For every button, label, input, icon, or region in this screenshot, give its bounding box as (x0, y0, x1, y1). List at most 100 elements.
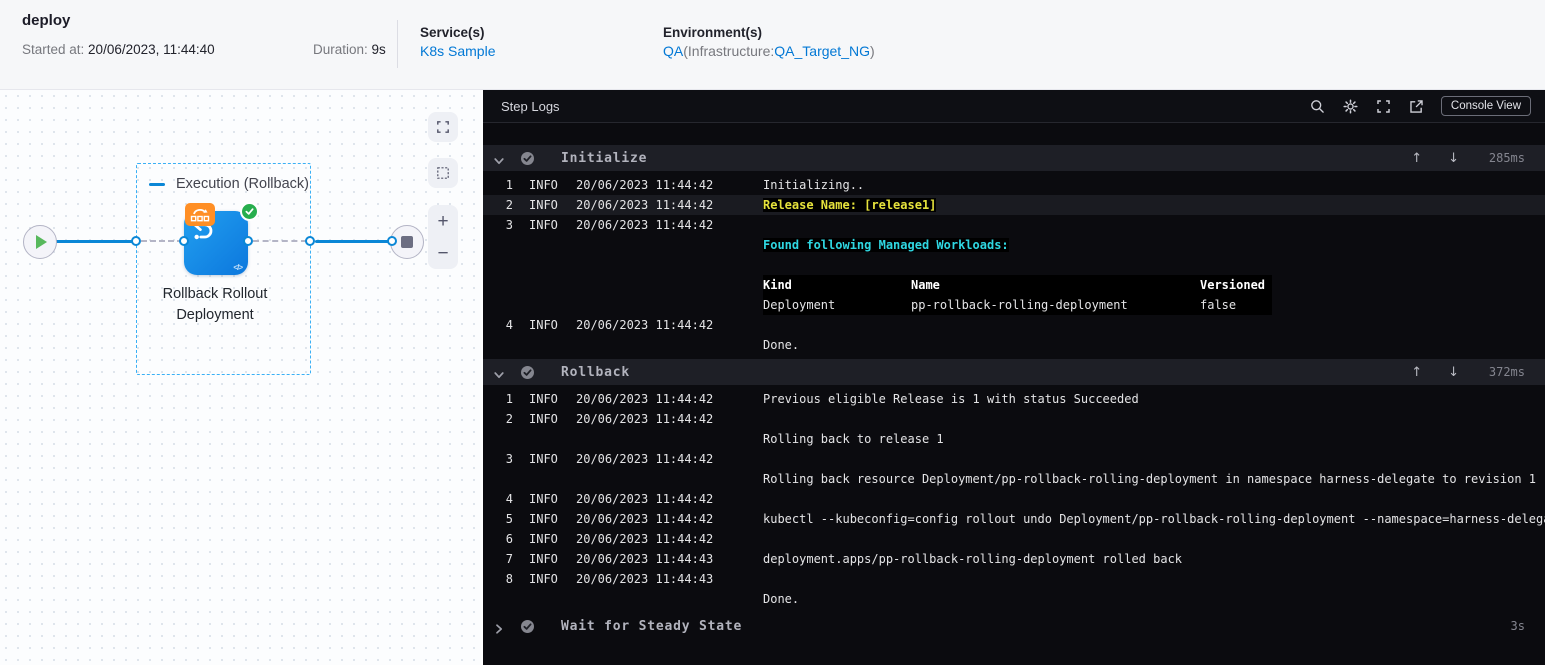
log-line[interactable]: Rolling back to release 1 (483, 429, 1545, 449)
settings-gear-icon[interactable] (1342, 98, 1359, 115)
log-line[interactable] (483, 255, 1545, 275)
connector-dot (179, 236, 189, 246)
log-timestamp: 20/06/2023 11:44:42 (576, 532, 714, 546)
chevron-right-icon[interactable] (493, 620, 505, 634)
log-level: INFO (529, 512, 558, 526)
service-link[interactable]: K8s Sample (420, 43, 495, 59)
log-message: Found following Managed Workloads: (763, 235, 1545, 255)
group-label-text: Execution (Rollback) (176, 176, 309, 192)
log-section-title: Initialize (561, 150, 648, 166)
started-at: Started at: 20/06/2023, 11:44:40 (22, 42, 215, 57)
log-message: Deployment pp-rollback-rolling-deployment… (763, 295, 1545, 315)
log-line[interactable]: 6 INFO 20/06/2023 11:44:42 (483, 529, 1545, 549)
zoom-out-button[interactable]: − (437, 244, 448, 263)
log-line-number: 1 (505, 392, 513, 406)
step-success-check-icon (520, 365, 535, 380)
play-icon (36, 235, 47, 249)
expand-fullscreen-icon[interactable] (1375, 98, 1392, 115)
log-line[interactable]: 3 INFO 20/06/2023 11:44:42 (483, 215, 1545, 235)
log-line[interactable]: 8 INFO 20/06/2023 11:44:43 (483, 569, 1545, 589)
log-line[interactable]: 7 INFO 20/06/2023 11:44:43 deployment.apps/… (483, 549, 1545, 569)
log-line[interactable]: 4 INFO 20/06/2023 11:44:42 (483, 315, 1545, 335)
log-level: INFO (529, 532, 558, 546)
log-message: Kind Name Versioned (763, 275, 1545, 295)
log-section-title: Rollback (561, 364, 631, 380)
console-view-button[interactable]: Console View (1440, 96, 1531, 116)
log-timestamp: 20/06/2023 11:44:42 (576, 452, 714, 466)
log-timestamp: 20/06/2023 11:44:43 (576, 552, 714, 566)
step-logs-header: Step Logs Console View (483, 90, 1545, 123)
log-body: Initialize ↑ ↓ 285ms 1 INFO 20/06/2023 11:44:4… (483, 123, 1545, 665)
scroll-to-bottom-button[interactable]: ↓ (1448, 365, 1459, 380)
rollout-badge-icon (185, 203, 215, 226)
log-line[interactable]: 1 INFO 20/06/2023 11:44:42 Previous eligibl… (483, 389, 1545, 409)
canvas-fullscreen-button[interactable] (428, 112, 458, 142)
edge-start-to-group (52, 240, 138, 243)
marquee-select-icon (437, 167, 449, 179)
log-level: INFO (529, 178, 558, 192)
log-message: Rolling back to release 1 (763, 432, 944, 446)
table-cell: Kind (763, 275, 911, 295)
log-line[interactable]: Deployment pp-rollback-rolling-deployment… (483, 295, 1545, 315)
header-divider (397, 20, 398, 68)
log-level: INFO (529, 552, 558, 566)
table-cell: Name (911, 275, 1200, 295)
log-line-number: 3 (505, 452, 513, 466)
log-line[interactable]: 5 INFO 20/06/2023 11:44:42 kubectl --kubeco… (483, 509, 1545, 529)
log-line[interactable]: Kind Name Versioned (483, 275, 1545, 295)
log-line-number: 7 (505, 552, 513, 566)
duration-label: Duration: (313, 42, 372, 57)
chevron-down-icon[interactable] (493, 366, 505, 379)
log-level: INFO (529, 318, 558, 332)
infrastructure-link[interactable]: QA_Target_NG (774, 43, 870, 59)
log-timestamp: 20/06/2023 11:44:42 (576, 318, 714, 332)
log-level: INFO (529, 198, 558, 212)
log-line-number: 5 (505, 512, 513, 526)
environment-value: QA(Infrastructure:QA_Target_NG) (663, 43, 875, 59)
scroll-to-top-button[interactable]: ↑ (1411, 151, 1422, 166)
log-line[interactable]: Done. (483, 589, 1545, 609)
service-link-text[interactable]: K8s Sample (420, 43, 495, 59)
log-line[interactable]: 4 INFO 20/06/2023 11:44:42 (483, 489, 1545, 509)
environment-infra-label: (Infrastructure: (683, 43, 775, 59)
table-cell: pp-rollback-rolling-deployment (911, 295, 1200, 315)
log-timestamp: 20/06/2023 11:44:42 (576, 412, 714, 426)
log-timestamp: 20/06/2023 11:44:42 (576, 492, 714, 506)
log-level: INFO (529, 392, 558, 406)
collapse-group-icon[interactable] (149, 182, 165, 186)
log-line[interactable]: 2 INFO 20/06/2023 11:44:42 (483, 409, 1545, 429)
zoom-in-button[interactable]: + (437, 212, 448, 231)
step-logs-panel: Step Logs Console View Initialize ↑ ↓ 28… (483, 90, 1545, 665)
scroll-to-top-button[interactable]: ↑ (1411, 365, 1422, 380)
log-section-body-initialize: 1 INFO 20/06/2023 11:44:42 Initializing.. 2 I… (483, 171, 1545, 359)
table-cell: Versioned (1200, 275, 1272, 295)
environment-paren-close: ) (869, 43, 875, 59)
log-line[interactable]: 2 INFO 20/06/2023 11:44:42 Release Name: [r… (483, 195, 1545, 215)
highlighted-text: Release Name: [release1] (763, 198, 937, 212)
canvas-select-button[interactable] (428, 158, 458, 188)
log-line[interactable]: 1 INFO 20/06/2023 11:44:42 Initializing.. (483, 175, 1545, 195)
search-icon[interactable] (1309, 98, 1326, 115)
start-node[interactable] (23, 225, 57, 259)
scroll-to-bottom-button[interactable]: ↓ (1448, 151, 1459, 166)
log-line-number: 1 (505, 178, 513, 192)
stop-icon (401, 236, 413, 248)
log-section-title: Wait for Steady State (561, 618, 743, 634)
pipeline-graph-canvas[interactable]: Execution (Rollback) </> Rollback Rollou… (0, 90, 481, 665)
log-section-header-wait-for-steady-state[interactable]: Wait for Steady State 3s (483, 613, 1545, 639)
chevron-down-icon[interactable] (493, 152, 505, 165)
log-line-number: 4 (505, 318, 513, 332)
log-line-number: 8 (505, 572, 513, 586)
log-line[interactable]: Done. (483, 335, 1545, 355)
log-section-header-rollback[interactable]: Rollback ↑ ↓ 372ms (483, 359, 1545, 385)
log-line[interactable]: 3 INFO 20/06/2023 11:44:42 (483, 449, 1545, 469)
log-line[interactable]: Rolling back resource Deployment/pp-roll… (483, 469, 1545, 489)
open-in-new-icon[interactable] (1408, 98, 1425, 115)
environment-link[interactable]: QA (663, 43, 683, 59)
log-section-header-initialize[interactable]: Initialize ↑ ↓ 285ms (483, 145, 1545, 171)
services-label: Service(s) (420, 25, 485, 40)
duration: Duration: 9s (313, 42, 386, 57)
log-message: Done. (763, 338, 800, 352)
log-line-number: 6 (505, 532, 513, 546)
log-line[interactable]: Found following Managed Workloads: (483, 235, 1545, 255)
